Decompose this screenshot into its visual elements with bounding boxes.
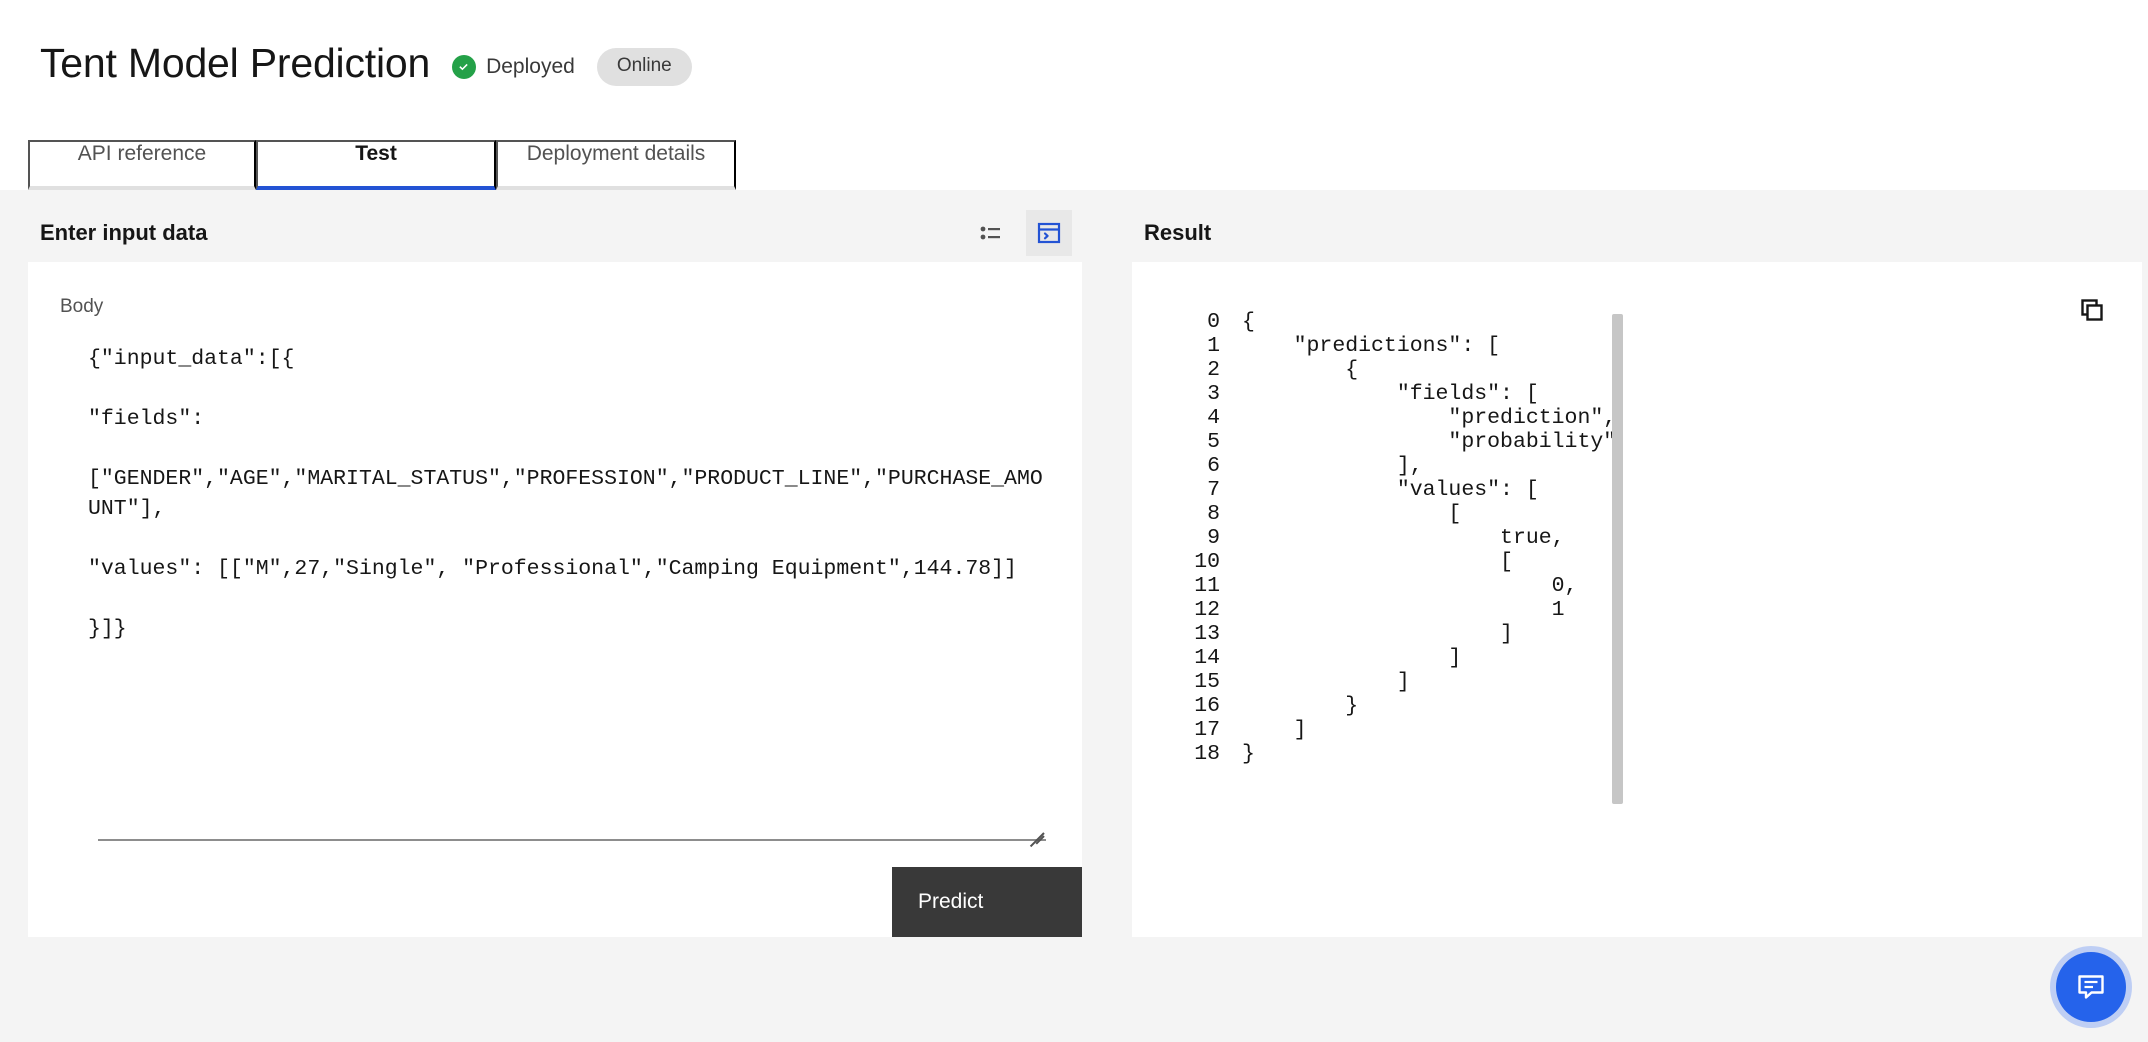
input-panel-header: Enter input data	[28, 190, 1082, 262]
deployment-status: Deployed	[452, 55, 575, 79]
result-card: 0 1 2 3 4 5 6 7 8 9 10 11 12 13 14 15 16…	[1132, 262, 2142, 937]
result-panel-header: Result	[1132, 190, 2142, 262]
predict-button[interactable]: Predict	[892, 867, 1082, 937]
result-code-viewer: 0 1 2 3 4 5 6 7 8 9 10 11 12 13 14 15 16…	[1132, 262, 2142, 766]
chat-bubble-icon[interactable]	[2056, 952, 2126, 1022]
input-card: Body {"input_data":[{ "fields": ["GENDER…	[28, 262, 1082, 937]
tab-list: API reference Test Deployment details	[28, 140, 736, 190]
textarea-underline	[98, 839, 1046, 841]
tab-api-reference[interactable]: API reference	[28, 140, 256, 190]
line-number-gutter: 0 1 2 3 4 5 6 7 8 9 10 11 12 13 14 15 16…	[1194, 310, 1220, 766]
status-badge: Online	[596, 48, 692, 86]
form-list-icon[interactable]	[968, 210, 1014, 256]
page-title: Tent Model Prediction	[40, 40, 431, 87]
result-panel-title: Result	[1144, 220, 1212, 245]
input-panel: Enter input data Body {"input_data":[{"…	[28, 190, 1082, 1042]
body-input-textarea[interactable]: {"input_data":[{ "fields": ["GENDER","AG…	[28, 318, 1082, 818]
result-panel: Result 0 1 2 3 4 5 6 7 8 9 10 11 12 13 1…	[1132, 190, 2142, 1042]
input-panel-title: Enter input data	[40, 220, 208, 245]
body-field-label: Body	[60, 296, 104, 317]
code-editor-icon[interactable]	[1026, 210, 1072, 256]
input-view-toggle-group	[968, 210, 1082, 256]
title-row: Tent Model Prediction Deployed Online	[40, 0, 2148, 96]
deployment-status-label: Deployed	[486, 55, 575, 78]
textarea-resize-handle[interactable]	[1026, 819, 1044, 837]
result-scrollbar[interactable]	[1612, 314, 1623, 804]
tab-test[interactable]: Test	[256, 140, 496, 190]
tab-deployment-details[interactable]: Deployment details	[496, 140, 736, 190]
page-header: Tent Model Prediction Deployed Online AP…	[0, 0, 2148, 190]
result-json-code: { "predictions": [ { "fields": [ "predic…	[1242, 310, 1617, 766]
check-circle-filled-icon	[452, 55, 477, 79]
main-content: Enter input data Body {"input_data":[{"…	[0, 190, 2148, 1042]
